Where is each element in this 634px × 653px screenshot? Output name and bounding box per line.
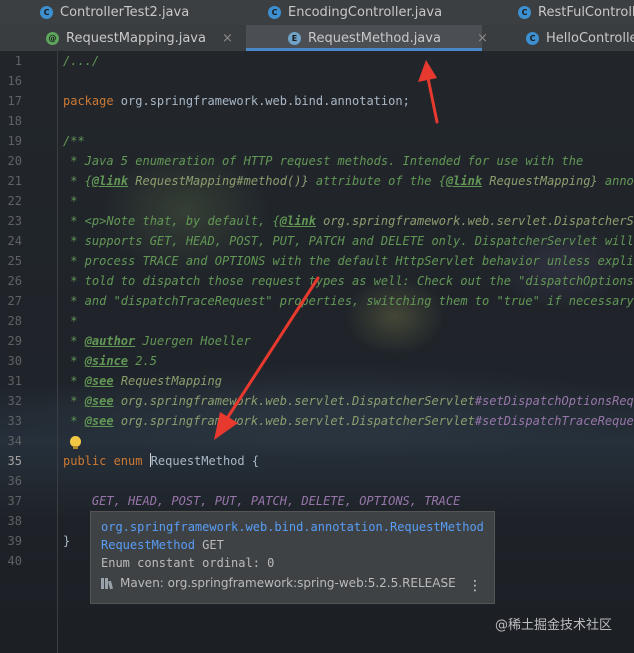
code-line-doc[interactable]: * <p>Note that, by default, {@link org.s…	[63, 211, 634, 231]
code-line-see[interactable]: * @see org.springframework.web.servlet.D…	[63, 411, 634, 431]
popup-ordinal: Enum constant ordinal: 0	[101, 556, 275, 570]
line-number: 29	[7, 334, 22, 348]
code-line-doc[interactable]: * told to dispatch those request types a…	[63, 271, 634, 291]
fold-guide	[57, 51, 58, 653]
tab-requestmethod[interactable]: E RequestMethod.java ×	[246, 25, 488, 51]
code-line-since[interactable]: * @since 2.5	[63, 351, 157, 371]
class-icon: C	[518, 6, 531, 19]
code-line-doc[interactable]: * process TRACE and OPTIONS with the def…	[63, 251, 634, 271]
line-number: 27	[7, 294, 22, 308]
library-icon	[101, 577, 113, 589]
line-number: 24	[7, 234, 22, 248]
code-line-folded-imports[interactable]: /.../	[63, 51, 99, 71]
tab-label: RestFulController	[538, 5, 634, 20]
line-number: 34	[7, 434, 22, 448]
popup-maven-source: Maven: org.springframework:spring-web:5.…	[101, 576, 484, 590]
package-name: org.springframework.web.bind.annotation;	[113, 94, 410, 108]
line-number: 36	[7, 474, 22, 488]
line-number: 37	[7, 494, 22, 508]
code-line-javadoc-start[interactable]: /**	[63, 131, 85, 151]
class-icon: C	[40, 6, 53, 19]
tab-label: ControllerTest2.java	[60, 5, 190, 20]
tab-restfulcontroller[interactable]: C RestFulController	[518, 0, 634, 25]
quick-doc-popup[interactable]: org.springframework.web.bind.annotation.…	[90, 511, 495, 604]
line-number: 40	[7, 554, 22, 568]
line-number-gutter: 1 16 17 18 19 20 21 22 23 24 25 26 27 28…	[0, 51, 54, 653]
line-number: 23	[7, 214, 22, 228]
code-line-doc[interactable]: * Java 5 enumeration of HTTP request met…	[63, 151, 583, 171]
close-icon[interactable]: ×	[477, 31, 488, 46]
code-line-package[interactable]: package org.springframework.web.bind.ann…	[63, 91, 410, 111]
line-number: 20	[7, 154, 22, 168]
line-number-current: 35	[7, 454, 22, 468]
more-options-icon[interactable]: ⋮	[468, 578, 482, 594]
class-icon: C	[268, 6, 281, 19]
line-number: 26	[7, 274, 22, 288]
code-line-doc[interactable]: * and "dispatchTraceRequest" properties,…	[63, 291, 634, 311]
line-number: 31	[7, 374, 22, 388]
popup-type-link[interactable]: RequestMethod	[101, 538, 195, 552]
line-number: 32	[7, 394, 22, 408]
tab-bar-bottom: @ RequestMapping.java × E RequestMethod.…	[0, 25, 634, 52]
keyword: package	[63, 94, 114, 108]
tab-bar-top: C ControllerTest2.java C EncodingControl…	[0, 0, 634, 26]
tab-label: RequestMapping.java	[66, 30, 206, 46]
code-line-enum-constants[interactable]: GET, HEAD, POST, PUT, PATCH, DELETE, OPT…	[63, 491, 460, 511]
code-line-enum-declaration[interactable]: public enum RequestMethod {	[63, 451, 259, 471]
line-number: 22	[7, 194, 22, 208]
tab-hellocontroller[interactable]: C HelloController.j	[526, 25, 634, 51]
tab-label: EncodingController.java	[288, 5, 443, 20]
code-line-doc[interactable]: * {@link RequestMapping#method()} attrib…	[63, 171, 634, 191]
line-number: 25	[7, 254, 22, 268]
tab-encodingcontroller[interactable]: C EncodingController.java	[268, 0, 442, 25]
code-line-closing-brace[interactable]: }	[63, 531, 70, 551]
code-line-see[interactable]: * @see org.springframework.web.servlet.D…	[63, 391, 634, 411]
tab-label: RequestMethod.java	[308, 30, 441, 46]
line-number: 16	[7, 74, 22, 88]
line-number: 28	[7, 314, 22, 328]
line-number: 17	[7, 94, 22, 108]
line-number: 19	[7, 134, 22, 148]
watermark: @稀土掘金技术社区	[494, 618, 612, 633]
code-line-doc[interactable]: * supports GET, HEAD, POST, PUT, PATCH a…	[63, 231, 634, 251]
code-editor[interactable]: 1 16 17 18 19 20 21 22 23 24 25 26 27 28…	[0, 51, 634, 653]
annotation-icon: @	[46, 31, 59, 45]
tab-requestmapping[interactable]: @ RequestMapping.java ×	[46, 25, 246, 51]
maven-label: Maven: org.springframework:spring-web:5.…	[120, 576, 456, 590]
line-number: 30	[7, 354, 22, 368]
lightbulb-icon[interactable]	[70, 436, 81, 449]
enum-name[interactable]: RequestMethod	[151, 454, 245, 468]
class-icon: C	[526, 31, 539, 45]
line-number: 39	[7, 534, 22, 548]
code-line-see[interactable]: * @see RequestMapping	[63, 371, 222, 391]
close-icon[interactable]: ×	[222, 31, 233, 46]
line-number: 1	[14, 54, 22, 68]
line-number: 21	[7, 174, 22, 188]
keyword: public enum	[63, 454, 150, 468]
code-line-author[interactable]: * @author Juergen Hoeller	[63, 331, 251, 351]
line-number: 38	[7, 514, 22, 528]
tab-controllertest2[interactable]: C ControllerTest2.java	[40, 0, 189, 25]
enum-icon: E	[288, 31, 301, 45]
popup-package-link[interactable]: org.springframework.web.bind.annotation.…	[101, 518, 484, 536]
code-line-doc[interactable]: *	[63, 191, 77, 211]
popup-constant: GET	[194, 538, 224, 552]
code-line-doc[interactable]: *	[63, 311, 77, 331]
line-number: 18	[7, 114, 22, 128]
line-number: 33	[7, 414, 22, 428]
tab-label: HelloController.j	[546, 30, 634, 46]
